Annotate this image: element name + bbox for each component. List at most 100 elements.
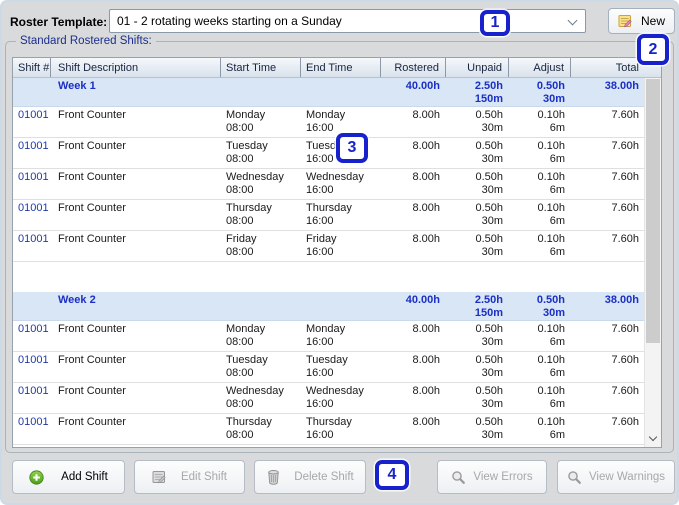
start-time: 08:00 bbox=[226, 246, 301, 259]
adjust-minutes: 6m bbox=[509, 398, 565, 411]
unpaid-hours: 0.50h bbox=[446, 109, 503, 122]
shift-row[interactable]: 01001 Front Counter Tuesday08:00 Tuesday… bbox=[13, 138, 645, 169]
column-header-total: Total bbox=[571, 58, 645, 77]
rostered-cell: 8.00h bbox=[381, 138, 446, 168]
end-time: 16:00 bbox=[306, 429, 381, 442]
callout-3: 3 bbox=[336, 133, 368, 163]
unpaid-hours: 0.50h bbox=[446, 354, 503, 367]
unpaid-minutes: 30m bbox=[446, 398, 503, 411]
total-cell: 7.60h bbox=[571, 352, 645, 382]
start-time: 08:00 bbox=[226, 336, 301, 349]
scrollbar-down-arrow-icon[interactable] bbox=[649, 433, 657, 441]
shift-number-cell: 01001 bbox=[13, 107, 51, 137]
search-warnings-icon bbox=[567, 470, 582, 485]
end-time: 16:00 bbox=[306, 246, 381, 259]
adjust-minutes: 6m bbox=[509, 246, 565, 259]
end-time: 16:00 bbox=[306, 336, 381, 349]
roster-template-dropdown[interactable]: 01 - 2 rotating weeks starting on a Sund… bbox=[109, 9, 586, 33]
start-day: Tuesday bbox=[226, 354, 301, 367]
start-time: 08:00 bbox=[226, 184, 301, 197]
shift-row[interactable]: 01001 Front Counter Friday08:00 Friday16… bbox=[13, 231, 645, 262]
week-summary-row: Week 1 40.00h 2.50h150m 0.50h30m 38.00h bbox=[13, 78, 645, 107]
start-time: 08:00 bbox=[226, 367, 301, 380]
add-shift-button[interactable]: Add Shift bbox=[12, 460, 125, 494]
column-header-adjust: Adjust bbox=[509, 58, 571, 77]
adjust-hours: 0.10h bbox=[509, 171, 565, 184]
total-cell: 7.60h bbox=[571, 231, 645, 261]
new-note-icon bbox=[618, 13, 634, 29]
week-unpaid-minutes: 150m bbox=[446, 93, 503, 106]
new-button-label: New bbox=[641, 14, 665, 28]
shift-row[interactable]: 01001 Front Counter Monday08:00 Monday16… bbox=[13, 107, 645, 138]
adjust-minutes: 6m bbox=[509, 184, 565, 197]
rostered-cell: 8.00h bbox=[381, 383, 446, 413]
shift-description-cell: Front Counter bbox=[51, 231, 221, 261]
column-header-end-time: End Time bbox=[301, 58, 381, 77]
callout-2: 2 bbox=[637, 34, 669, 65]
shift-description-cell: Front Counter bbox=[51, 321, 221, 351]
unpaid-hours: 0.50h bbox=[446, 416, 503, 429]
adjust-hours: 0.10h bbox=[509, 233, 565, 246]
view-warnings-button[interactable]: View Warnings bbox=[557, 460, 675, 494]
delete-shift-label: Delete Shift bbox=[294, 471, 353, 483]
column-header-rostered: Rostered bbox=[381, 58, 446, 77]
total-cell: 7.60h bbox=[571, 321, 645, 351]
adjust-minutes: 6m bbox=[509, 122, 565, 135]
new-template-button[interactable]: New bbox=[608, 8, 675, 34]
roster-template-label: Roster Template: bbox=[10, 15, 107, 29]
total-cell: 7.60h bbox=[571, 138, 645, 168]
column-header-unpaid: Unpaid bbox=[446, 58, 509, 77]
shift-number-cell: 01001 bbox=[13, 138, 51, 168]
column-header-shift-number: Shift # bbox=[13, 58, 51, 77]
unpaid-minutes: 30m bbox=[446, 429, 503, 442]
start-day: Monday bbox=[226, 109, 301, 122]
view-warnings-label: View Warnings bbox=[589, 471, 665, 483]
shift-row[interactable]: 01001 Front Counter Tuesday08:00 Tuesday… bbox=[13, 352, 645, 383]
roster-template-window: Roster Template: 01 - 2 rotating weeks s… bbox=[0, 0, 679, 505]
unpaid-minutes: 30m bbox=[446, 184, 503, 197]
chevron-down-icon bbox=[568, 16, 578, 26]
total-cell: 7.60h bbox=[571, 383, 645, 413]
end-day: Tuesday bbox=[306, 354, 381, 367]
shifts-table: Shift # Shift Description Start Time End… bbox=[12, 57, 662, 448]
week-adjust-minutes: 30m bbox=[509, 93, 565, 106]
unpaid-minutes: 30m bbox=[446, 215, 503, 228]
shift-row[interactable]: 01001 Front Counter Monday08:00 Monday16… bbox=[13, 321, 645, 352]
view-errors-button[interactable]: View Errors bbox=[437, 460, 547, 494]
delete-shift-button[interactable]: Delete Shift bbox=[254, 460, 366, 494]
shift-description-cell: Front Counter bbox=[51, 200, 221, 230]
adjust-minutes: 6m bbox=[509, 367, 565, 380]
shift-row[interactable]: 01001 Front Counter Thursday08:00 Thursd… bbox=[13, 200, 645, 231]
column-header-start-time: Start Time bbox=[221, 58, 301, 77]
adjust-minutes: 6m bbox=[509, 153, 565, 166]
week-unpaid-minutes: 150m bbox=[446, 307, 503, 320]
table-header-row: Shift # Shift Description Start Time End… bbox=[13, 58, 661, 78]
edit-note-icon bbox=[152, 469, 168, 485]
view-errors-label: View Errors bbox=[473, 471, 532, 483]
unpaid-minutes: 30m bbox=[446, 367, 503, 380]
add-shift-label: Add Shift bbox=[61, 471, 108, 483]
groupbox-title: Standard Rostered Shifts: bbox=[16, 35, 156, 47]
shift-row[interactable]: 01001 Front Counter Wednesday08:00 Wedne… bbox=[13, 169, 645, 200]
week-rostered-total: 40.00h bbox=[381, 80, 440, 93]
add-plus-icon bbox=[29, 470, 44, 485]
rostered-cell: 8.00h bbox=[381, 321, 446, 351]
shift-number-cell: 01001 bbox=[13, 414, 51, 444]
adjust-minutes: 6m bbox=[509, 336, 565, 349]
shift-row[interactable]: 01001 Front Counter Wednesday08:00 Wedne… bbox=[13, 383, 645, 414]
scrollbar-thumb[interactable] bbox=[646, 79, 660, 343]
adjust-minutes: 6m bbox=[509, 215, 565, 228]
delete-trash-icon bbox=[266, 469, 281, 485]
vertical-scrollbar[interactable] bbox=[644, 78, 661, 447]
week-label: Week 1 bbox=[51, 78, 221, 106]
start-time: 08:00 bbox=[226, 398, 301, 411]
start-day: Monday bbox=[226, 323, 301, 336]
shift-number-cell: 01001 bbox=[13, 383, 51, 413]
total-cell: 7.60h bbox=[571, 414, 645, 444]
column-header-shift-description: Shift Description bbox=[51, 58, 221, 77]
shift-description-cell: Front Counter bbox=[51, 383, 221, 413]
shift-row[interactable]: 01001 Front Counter Thursday08:00 Thursd… bbox=[13, 414, 645, 445]
edit-shift-button[interactable]: Edit Shift bbox=[134, 460, 245, 494]
end-time: 16:00 bbox=[306, 367, 381, 380]
rostered-cell: 8.00h bbox=[381, 231, 446, 261]
